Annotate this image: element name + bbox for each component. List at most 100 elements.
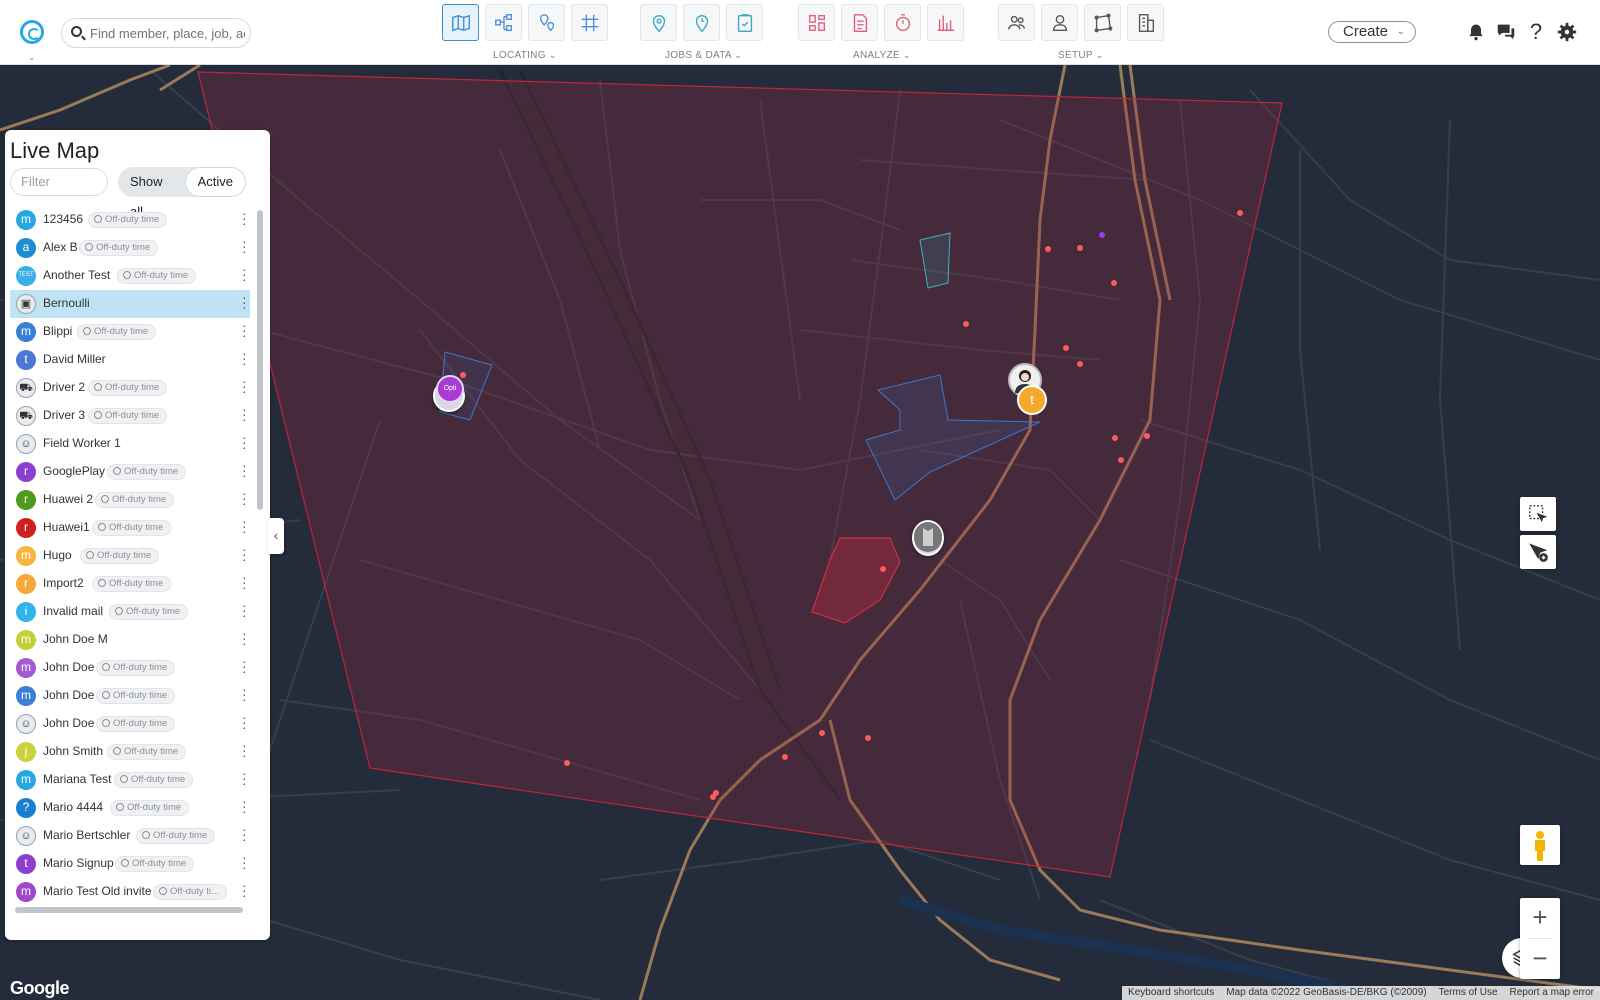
location-pin-icon <box>652 14 665 32</box>
keyboard-shortcuts-link[interactable]: Keyboard shortcuts <box>1122 986 1220 1000</box>
member-row[interactable]: j John Smith Off-duty time · · · <box>10 738 250 766</box>
more-options-icon[interactable]: · · · <box>242 374 247 398</box>
add-location-button[interactable] <box>1520 535 1556 569</box>
more-options-icon[interactable]: · · · <box>242 738 247 762</box>
nav-live-map-button[interactable] <box>442 4 479 41</box>
active-button[interactable]: Active <box>184 167 246 197</box>
zoom-in-button[interactable]: + <box>1520 898 1560 938</box>
more-options-icon[interactable]: · · · <box>242 598 247 622</box>
more-options-icon[interactable]: · · · <box>242 878 247 902</box>
global-search[interactable] <box>61 18 251 48</box>
nav-places-button[interactable] <box>528 4 565 41</box>
member-row[interactable]: m John Doe M · · · <box>10 626 250 654</box>
help-icon[interactable]: ? <box>1524 19 1548 44</box>
more-options-icon[interactable]: · · · <box>242 794 247 818</box>
member-row[interactable]: ⛟ Driver 2 Off-duty time · · · <box>10 374 250 402</box>
horizontal-scrollbar[interactable] <box>15 907 243 913</box>
nav-members-button[interactable] <box>1041 4 1078 41</box>
collapse-panel-button[interactable]: ‹ <box>268 518 284 554</box>
member-row[interactable]: m John Doe Off-duty time · · · <box>10 654 250 682</box>
more-options-icon[interactable]: · · · <box>242 710 247 734</box>
member-row[interactable]: ? Mario 4444 Off-duty time · · · <box>10 794 250 822</box>
more-options-icon[interactable]: · · · <box>242 570 247 594</box>
member-row[interactable]: m Mario Test Old invite Off-duty ti... · · · <box>10 878 250 906</box>
status-text: Off-duty time <box>113 690 168 701</box>
create-button[interactable]: Create ⌄ <box>1328 21 1416 43</box>
more-options-icon[interactable]: · · · <box>242 262 247 286</box>
member-row[interactable]: TEST Another Test Off-duty time · · · <box>10 262 250 290</box>
app-logo-icon[interactable] <box>20 20 44 44</box>
member-row[interactable]: ☺ Field Worker 1 · · · <box>10 430 250 458</box>
more-options-icon[interactable]: · · · <box>242 206 247 230</box>
member-row[interactable]: r Huawei1 Off-duty time · · · <box>10 514 250 542</box>
member-row[interactable]: a Alex B Off-duty time · · · <box>10 234 250 262</box>
nav-geofence-button[interactable] <box>1084 4 1121 41</box>
member-row[interactable]: ⛟ Driver 3 Off-duty time · · · <box>10 402 250 430</box>
member-row[interactable]: m Blippi Off-duty time · · · <box>10 318 250 346</box>
clock-icon <box>159 887 167 895</box>
more-options-icon[interactable]: · · · <box>242 850 247 874</box>
nav-label-analyze[interactable]: ANALYZE ⌄ <box>853 50 911 61</box>
member-marker-t[interactable]: t <box>1017 385 1047 415</box>
member-row[interactable]: m Hugo Off-duty time · · · <box>10 542 250 570</box>
more-options-icon[interactable]: · · · <box>242 542 247 566</box>
more-options-icon[interactable]: · · · <box>242 766 247 790</box>
more-options-icon[interactable]: · · · <box>242 430 247 454</box>
member-row[interactable]: m 123456 Off-duty time · · · <box>10 206 250 234</box>
member-row[interactable]: r Huawei 2 Off-duty time · · · <box>10 486 250 514</box>
more-options-icon[interactable]: · · · <box>242 234 247 258</box>
member-row[interactable]: m John Doe Off-duty time · · · <box>10 682 250 710</box>
settings-gear-icon[interactable] <box>1555 20 1579 44</box>
member-marker-bernoulli[interactable] <box>912 520 944 556</box>
notifications-bell-icon[interactable] <box>1464 20 1488 44</box>
nav-label-locating[interactable]: LOCATING ⌄ <box>493 50 557 61</box>
more-options-icon[interactable]: · · · <box>242 318 247 342</box>
more-options-icon[interactable]: · · · <box>242 458 247 482</box>
chat-bubbles-icon[interactable] <box>1494 20 1518 44</box>
member-row[interactable]: m Mariana Test Off-duty time · · · <box>10 766 250 794</box>
nav-structure-button[interactable] <box>485 4 522 41</box>
more-options-icon[interactable]: · · · <box>242 822 247 846</box>
member-row[interactable]: ▣ Bernoulli · · · <box>10 290 250 318</box>
nav-company-button[interactable] <box>1127 4 1164 41</box>
member-row[interactable]: r GooglePlay Off-duty time · · · <box>10 458 250 486</box>
nav-timesheet-button[interactable] <box>884 4 921 41</box>
filter-field[interactable] <box>10 168 108 196</box>
terms-of-use-link[interactable]: Terms of Use <box>1433 986 1504 1000</box>
show-all-button[interactable]: Show all <box>118 167 185 219</box>
more-options-icon[interactable]: · · · <box>242 486 247 510</box>
more-options-icon[interactable]: · · · <box>242 682 247 706</box>
search-input[interactable] <box>90 23 245 43</box>
more-options-icon[interactable]: · · · <box>242 346 247 370</box>
street-view-pegman-icon[interactable] <box>1520 825 1560 865</box>
nav-forms-button[interactable] <box>726 4 763 41</box>
nav-jobs-button[interactable] <box>683 4 720 41</box>
filter-input[interactable] <box>21 174 101 189</box>
member-row[interactable]: ☺ John Doe Off-duty time · · · <box>10 710 250 738</box>
nav-dashboard-button[interactable] <box>798 4 835 41</box>
nav-reports-button[interactable] <box>841 4 878 41</box>
zoom-out-button[interactable]: − <box>1520 939 1560 979</box>
nav-grid-button[interactable] <box>571 4 608 41</box>
logo-chevron-down-icon[interactable]: ⌄ <box>28 52 36 63</box>
member-row[interactable]: t David Miller · · · <box>10 346 250 374</box>
report-map-error-link[interactable]: Report a map error <box>1504 986 1600 1000</box>
more-options-icon[interactable]: · · · <box>242 514 247 538</box>
member-row[interactable]: i Invalid mail Off-duty time · · · <box>10 598 250 626</box>
google-logo[interactable]: Google <box>10 978 70 999</box>
member-row[interactable]: ☺ Mario Bertschler Off-duty time · · · <box>10 822 250 850</box>
nav-statistics-button[interactable] <box>927 4 964 41</box>
nav-teams-button[interactable] <box>998 4 1035 41</box>
nav-label-setup[interactable]: SETUP ⌄ <box>1058 50 1104 61</box>
more-options-icon[interactable]: · · · <box>242 626 247 650</box>
member-row[interactable]: r Import2 Off-duty time · · · <box>10 570 250 598</box>
member-row[interactable]: t Mario Signup Off-duty time · · · <box>10 850 250 878</box>
nav-label-jobs-data[interactable]: JOBS & DATA ⌄ <box>665 50 742 61</box>
member-marker-opti[interactable]: Opti <box>433 375 465 412</box>
vertical-scrollbar[interactable] <box>257 210 263 510</box>
more-options-icon[interactable]: · · · <box>242 290 247 314</box>
more-options-icon[interactable]: · · · <box>242 402 247 426</box>
select-area-button[interactable] <box>1520 497 1556 531</box>
nav-jobs-map-button[interactable] <box>640 4 677 41</box>
more-options-icon[interactable]: · · · <box>242 654 247 678</box>
